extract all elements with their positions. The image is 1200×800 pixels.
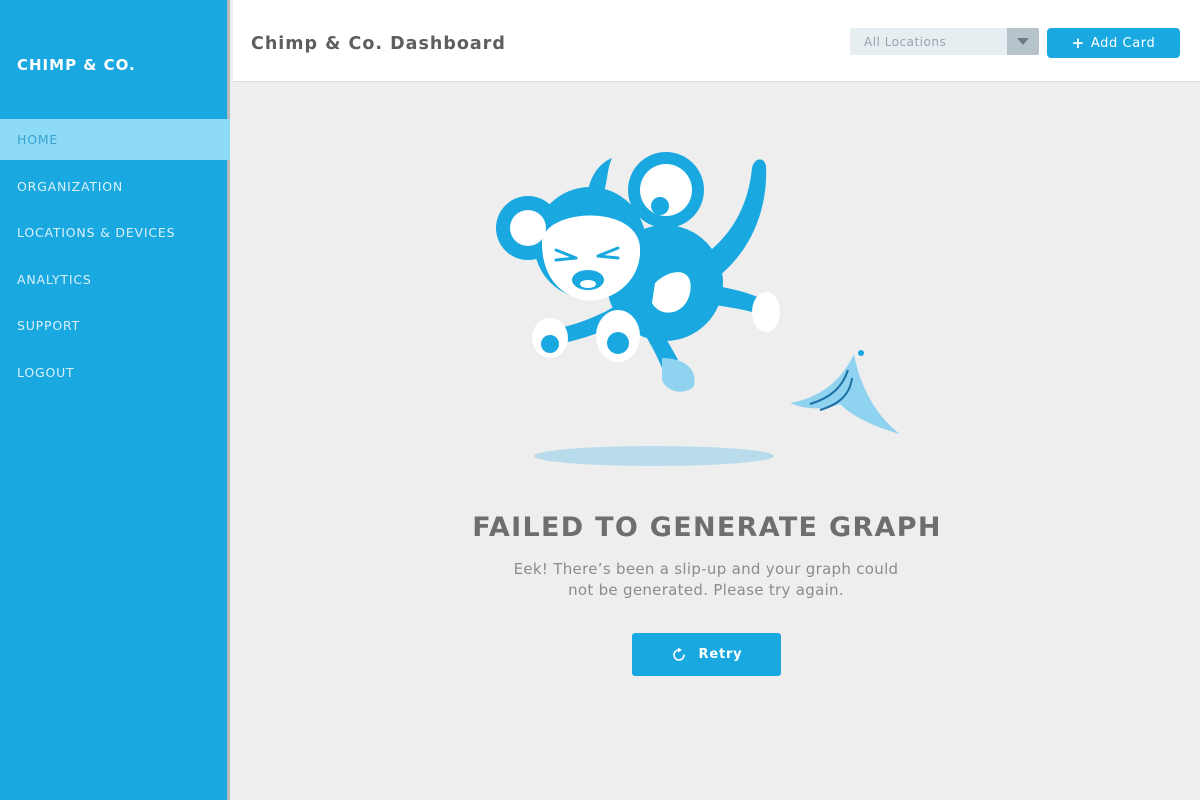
sidebar-item-label: LOGOUT	[17, 364, 75, 380]
sidebar-item-locations-devices[interactable]: LOCATIONS & DEVICES	[0, 212, 230, 253]
falling-monkey-illustration	[496, 152, 900, 466]
sidebar-item-label: HOME	[17, 132, 59, 147]
refresh-icon	[672, 647, 685, 661]
sidebar: CHIMP & CO. HOME ORGANIZATION LOCATIONS …	[0, 0, 230, 800]
top-header: Chimp & Co. Dashboard All Locations + Ad…	[233, 0, 1200, 82]
shadow-ellipse	[534, 446, 774, 466]
location-select-toggle[interactable]	[1007, 28, 1039, 55]
location-select-value: All Locations	[864, 35, 947, 49]
error-message-line-1: Eek! There’s been a slip-up and your gra…	[513, 560, 899, 578]
sidebar-item-label: LOCATIONS & DEVICES	[17, 225, 176, 240]
sidebar-item-support[interactable]: SUPPORT	[0, 305, 230, 346]
app-root: CHIMP & CO. HOME ORGANIZATION LOCATIONS …	[0, 0, 1200, 800]
monkey-right-hand	[752, 292, 780, 332]
add-card-label: Add Card	[1090, 35, 1156, 51]
sidebar-item-organization[interactable]: ORGANIZATION	[0, 166, 230, 207]
retry-label: Retry	[698, 647, 743, 662]
monkey-foot	[662, 358, 695, 392]
retry-button[interactable]: Retry	[632, 633, 781, 676]
sidebar-item-home[interactable]: HOME	[0, 119, 230, 160]
sidebar-item-label: ORGANIZATION	[17, 178, 124, 194]
error-message: Eek! There’s been a slip-up and your gra…	[470, 559, 942, 601]
plus-icon: +	[1071, 33, 1085, 52]
location-select[interactable]: All Locations	[850, 28, 1039, 55]
sidebar-nav: HOME ORGANIZATION LOCATIONS & DEVICES AN…	[0, 119, 230, 398]
triangle-down-icon	[1017, 37, 1029, 45]
brand-logo: CHIMP & CO.	[17, 56, 136, 74]
sidebar-item-label: ANALYTICS	[17, 271, 92, 287]
page-title: Chimp & Co. Dashboard	[251, 34, 506, 54]
error-title: FAILED TO GENERATE GRAPH	[472, 512, 942, 543]
add-card-button[interactable]: + Add Card	[1047, 28, 1180, 58]
sidebar-item-analytics[interactable]: ANALYTICS	[0, 259, 230, 300]
error-message-line-2: not be generated. Please try again.	[568, 581, 844, 599]
sidebar-item-label: SUPPORT	[17, 318, 81, 333]
sidebar-item-logout[interactable]: LOGOUT	[0, 352, 230, 393]
